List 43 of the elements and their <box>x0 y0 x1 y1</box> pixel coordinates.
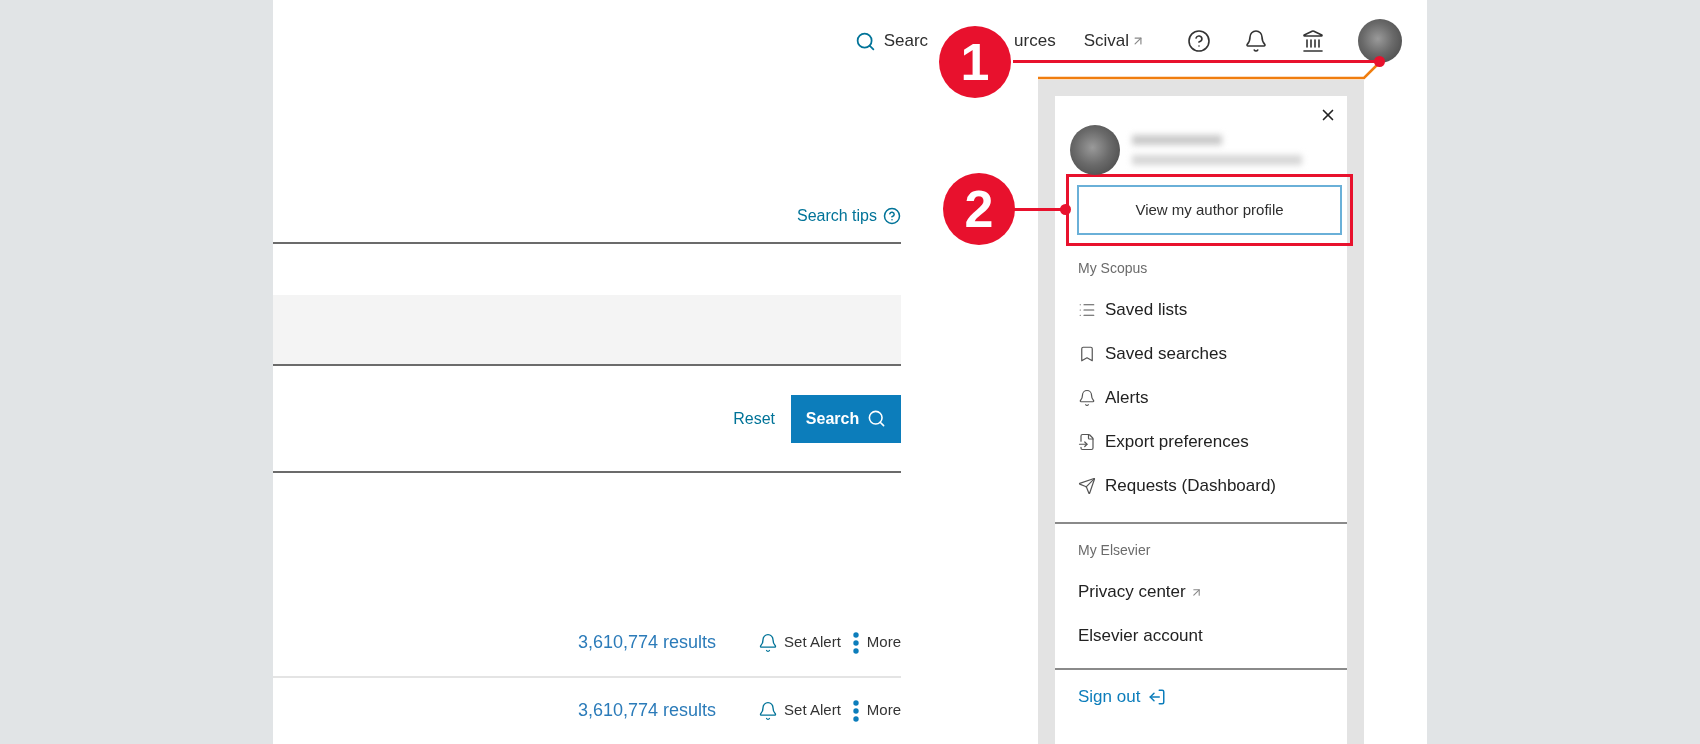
set-alert-button[interactable]: Set Alert <box>758 631 841 654</box>
search-button[interactable]: Search <box>791 394 901 443</box>
bell-icon[interactable] <box>1244 29 1268 53</box>
sign-out-link[interactable]: Sign out <box>1078 684 1324 710</box>
menu-item[interactable]: Privacy center <box>1078 570 1324 614</box>
reset-link[interactable]: Reset <box>733 406 775 431</box>
nav-link[interactable]: Searc <box>854 28 929 54</box>
search-tips-link[interactable]: Search tips <box>796 204 901 228</box>
list-icon <box>1078 301 1096 319</box>
institution-icon[interactable] <box>1301 29 1325 53</box>
results-count-link[interactable]: 3,610,774 results <box>578 697 717 724</box>
scival-link[interactable]: Scival <box>1083 28 1145 54</box>
menu-item[interactable]: Saved lists <box>1078 288 1324 332</box>
bell-icon <box>758 700 779 721</box>
bell-icon <box>758 632 779 653</box>
menu-item[interactable]: Alerts <box>1078 376 1324 420</box>
menu-item[interactable]: Requests (Dashboard) <box>1078 464 1324 508</box>
bell-icon <box>1078 389 1096 407</box>
section-heading: My Scopus <box>1078 259 1149 278</box>
annotation-badge: 2 <box>943 173 1015 245</box>
vertical-dots-icon <box>852 631 859 654</box>
nav-link-text[interactable]: urces <box>1014 32 1056 50</box>
menu-item[interactable]: Export preferences <box>1078 420 1324 464</box>
help-icon[interactable] <box>1187 29 1211 53</box>
bookmark-icon <box>1078 345 1096 363</box>
help-icon <box>883 207 901 225</box>
search-icon <box>867 409 887 428</box>
results-count-link[interactable]: 3,610,774 results <box>578 629 717 656</box>
section-heading: My Elsevier <box>1078 541 1152 560</box>
user-avatar[interactable] <box>1070 125 1120 175</box>
author-profile-button[interactable]: View my author profile <box>1077 185 1342 235</box>
search-icon <box>854 30 876 52</box>
menu-item[interactable]: Saved searches <box>1078 332 1324 376</box>
annotation-badge: 1 <box>939 26 1011 98</box>
paper-plane-icon <box>1078 477 1096 495</box>
more-button[interactable]: More <box>852 631 901 654</box>
menu-item[interactable]: Elsevier account <box>1078 614 1324 658</box>
set-alert-button[interactable]: Set Alert <box>758 699 841 722</box>
more-button[interactable]: More <box>852 699 901 722</box>
file-arrow-icon <box>1078 433 1096 451</box>
vertical-dots-icon <box>852 699 859 722</box>
user-avatar[interactable] <box>1358 19 1402 63</box>
sign-out-icon <box>1148 687 1167 706</box>
